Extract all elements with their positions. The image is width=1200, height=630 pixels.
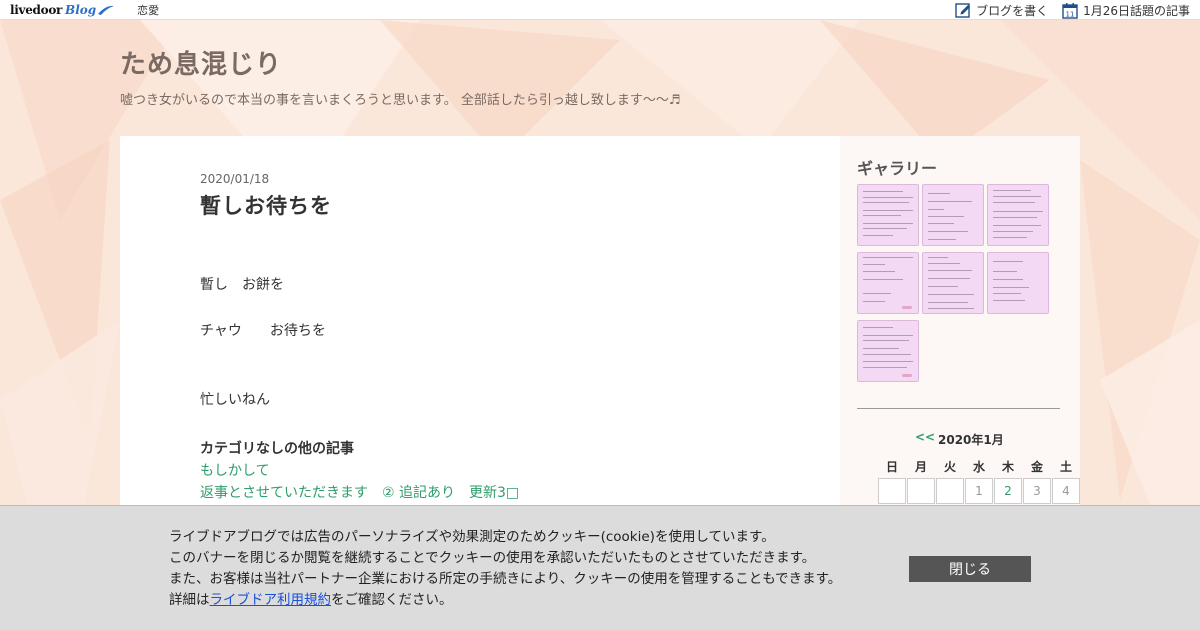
gallery-thumbnail[interactable] <box>857 320 919 382</box>
top-right-actions: ブログを書く 11 1月26日話題の記事 <box>941 0 1190 20</box>
cookie-notice-text: ライブドアブログでは広告のパーソナライズや効果測定のためクッキー(cookie)… <box>169 527 841 611</box>
calendar-icon-day: 11 <box>1066 10 1075 18</box>
gallery-heading: ギャラリー <box>857 159 938 178</box>
cookie-line: このバナーを閉じるか閲覧を継続することでクッキーの使用を承認いただいたものとさせ… <box>169 550 816 566</box>
post-body-line: チャウ お待ちを <box>200 323 326 339</box>
write-blog-label: ブログを書く <box>976 3 1049 18</box>
calendar-day-cell <box>936 478 964 504</box>
cookie-line: ライブドアブログでは広告のパーソナライズや効果測定のためクッキー(cookie)… <box>169 529 775 545</box>
cookie-details-prefix: 詳細は <box>169 592 210 608</box>
cookie-close-button[interactable]: 閉じる <box>909 556 1031 582</box>
calendar-icon: 11 <box>1062 2 1078 19</box>
calendar-day-cell <box>907 478 935 504</box>
pencil-edit-icon <box>955 3 971 18</box>
gallery-thumbnail[interactable] <box>857 252 919 314</box>
calendar-weekday: 月 <box>914 460 927 474</box>
cookie-line: また、お客様は当社パートナー企業における所定の手続きにより、クッキーの使用を管理… <box>169 571 842 587</box>
calendar-day-cell: 4 <box>1052 478 1080 504</box>
calendar-weekday: 木 <box>1001 460 1014 474</box>
terms-of-use-link[interactable]: ライブドア利用規約 <box>210 592 332 608</box>
cookie-details-suffix: をご確認ください。 <box>331 592 453 608</box>
calendar-weekday: 日 <box>885 460 898 474</box>
calendar-weekday: 土 <box>1059 460 1072 474</box>
logo-swoosh-icon <box>98 5 115 15</box>
calendar-prev-link[interactable]: << <box>915 430 935 444</box>
logo-livedoor-text: livedoor <box>10 2 63 17</box>
gallery-thumbnail[interactable] <box>987 184 1049 246</box>
calendar-weekday: 水 <box>972 460 985 474</box>
gallery-thumbnail[interactable] <box>857 184 919 246</box>
post-body-line: 忙しいねん <box>200 392 270 408</box>
calendar-day-cell: 3 <box>1023 478 1051 504</box>
sidebar-divider <box>857 408 1060 409</box>
calendar-day-cell: 1 <box>965 478 993 504</box>
calendar-day-cell <box>878 478 906 504</box>
other-article-link[interactable]: 返事とさせていただきます ② 追記あり 更新3□ <box>200 482 519 502</box>
topic-articles-link[interactable]: 11 1月26日話題の記事 <box>1062 2 1190 19</box>
cookie-line: 詳細はライブドア利用規約をご確認ください。 <box>169 590 841 611</box>
cookie-consent-banner: ライブドアブログでは広告のパーソナライズや効果測定のためクッキー(cookie)… <box>0 505 1200 630</box>
category-link[interactable]: 恋愛 <box>137 2 159 18</box>
calendar-weekday: 金 <box>1030 460 1043 474</box>
gallery-thumbnail[interactable] <box>922 184 984 246</box>
calendar-weekday: 火 <box>943 460 956 474</box>
calendar-title: 2020年1月 <box>938 433 1004 447</box>
gallery-thumbnail[interactable] <box>987 252 1049 314</box>
blog-description: 嘘つき女がいるので本当の事を言いまくろうと思います。 全部話したら引っ越し致しま… <box>120 93 681 108</box>
other-article-link[interactable]: もしかして <box>200 460 270 480</box>
top-navigation-bar: livedoor Blog 恋愛 ブログを書く 11 1月26日話題の記事 <box>0 0 1200 20</box>
calendar-day-link[interactable]: 2 <box>994 478 1022 504</box>
blog-title[interactable]: ため息混じり <box>120 44 282 81</box>
post-title[interactable]: 暫しお待ちを <box>200 190 332 220</box>
gallery-thumbnail[interactable] <box>922 252 984 314</box>
livedoor-blog-logo[interactable]: livedoor Blog <box>10 0 115 20</box>
write-blog-link[interactable]: ブログを書く <box>955 2 1048 19</box>
logo-blog-text: Blog <box>65 2 97 17</box>
post-date: 2020/01/18 <box>200 172 270 186</box>
topic-articles-label: 1月26日話題の記事 <box>1083 3 1190 18</box>
post-body-line: 暫し お餅を <box>200 277 284 293</box>
other-articles-heading: カテゴリなしの他の記事 <box>200 441 354 457</box>
